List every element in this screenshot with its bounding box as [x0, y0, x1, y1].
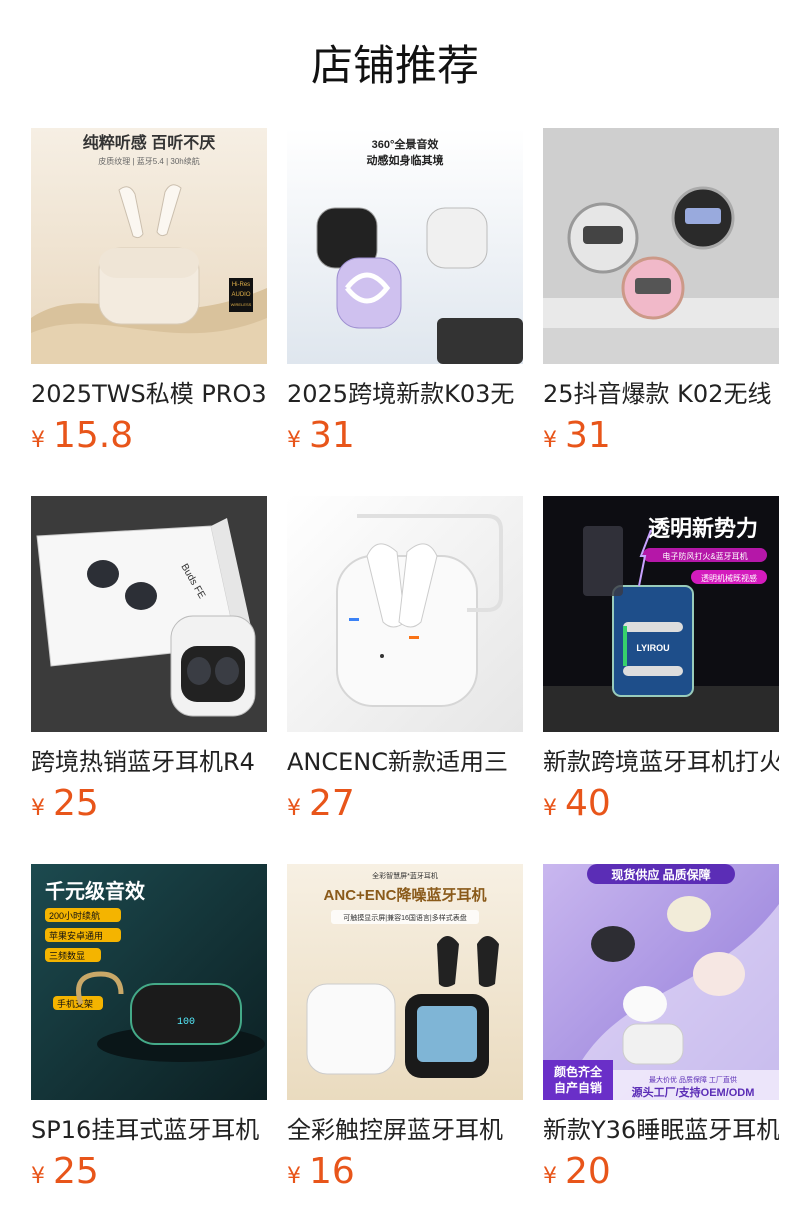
- image-headline: 360°全景音效: [372, 137, 440, 151]
- white-pro-case-photo: [287, 496, 523, 732]
- image-footer-text: 源头工厂/支持OEM/ODM: [632, 1085, 755, 1099]
- product-card[interactable]: Buds FE 跨境热销蓝牙耳机R4 ¥25: [31, 496, 267, 836]
- product-price: ¥27: [287, 782, 355, 826]
- image-subtext: 可触摸显示屏|兼容16国语言|多样式表盘: [343, 913, 466, 922]
- price-value: 25: [53, 1151, 99, 1192]
- image-corner-text: 颜色齐全: [554, 1064, 603, 1079]
- product-price: ¥40: [543, 782, 611, 826]
- product-card[interactable]: 透明新势力 电子防风打火&蓝牙耳机 透明机械既视感 LYIROU 新款跨境蓝牙耳…: [543, 496, 779, 836]
- image-tag: 电子防风打火&蓝牙耳机: [662, 551, 747, 561]
- currency-symbol: ¥: [31, 796, 45, 821]
- image-tag: 手机支架: [57, 998, 93, 1009]
- hires-badge-mid: AUDIO: [231, 292, 250, 298]
- image-tag: 透明机械既视感: [701, 573, 757, 583]
- product-card[interactable]: 现货供应 品质保障 颜色齐全 自产自销 最大价优 品质保障 工厂直供 源头工厂/…: [543, 864, 779, 1204]
- product-name[interactable]: 2025TWS私模 PRO3: [31, 376, 267, 412]
- product-thumbnail[interactable]: 360°全景音效 动感如身临其境: [287, 128, 523, 364]
- sleep-earbuds-photo: 现货供应 品质保障 颜色齐全 自产自销 最大价优 品质保障 工厂直供 源头工厂/…: [543, 864, 779, 1100]
- product-name[interactable]: 全彩触控屏蓝牙耳机: [287, 1112, 523, 1148]
- image-kicker: 全彩智慧屏*蓝牙耳机: [372, 871, 438, 880]
- price-value: 15.8: [53, 415, 134, 456]
- price-value: 16: [309, 1151, 355, 1192]
- ear-hook-earbuds-photo: 千元级音效 200小时续航 苹果安卓通用 三频数显 手机支架 100: [31, 864, 267, 1100]
- currency-symbol: ¥: [31, 1164, 45, 1189]
- currency-symbol: ¥: [287, 796, 301, 821]
- product-card[interactable]: 纯粹听感 百听不厌 皮质纹理 | 蓝牙5.4 | 30h续航 Hi-Res AU…: [31, 128, 267, 468]
- clear-shell-open-ear-photo: 360°全景音效 动感如身临其境: [287, 128, 523, 364]
- currency-symbol: ¥: [543, 428, 557, 453]
- price-value: 25: [53, 783, 99, 824]
- price-value: 40: [565, 783, 611, 824]
- product-thumbnail[interactable]: 现货供应 品质保障 颜色齐全 自产自销 最大价优 品质保障 工厂直供 源头工厂/…: [543, 864, 779, 1100]
- product-price: ¥15.8: [31, 414, 133, 458]
- lighter-earbuds-photo: 透明新势力 电子防风打火&蓝牙耳机 透明机械既视感 LYIROU: [543, 496, 779, 732]
- image-tag: 苹果安卓通用: [49, 930, 103, 941]
- currency-symbol: ¥: [287, 428, 301, 453]
- product-thumbnail[interactable]: 全彩智慧屏*蓝牙耳机 ANC+ENC降噪蓝牙耳机 可触摸显示屏|兼容16国语言|…: [287, 864, 523, 1100]
- image-headline: 纯粹听感 百听不厌: [83, 133, 215, 152]
- hires-badge-top: Hi-Res: [232, 282, 250, 288]
- product-thumbnail[interactable]: 纯粹听感 百听不厌 皮质纹理 | 蓝牙5.4 | 30h续航 Hi-Res AU…: [31, 128, 267, 364]
- image-footer-text: 最大价优 品质保障 工厂直供: [649, 1075, 737, 1084]
- image-corner-text: 自产自销: [554, 1080, 602, 1095]
- product-card[interactable]: 360°全景音效 动感如身临其境 2025跨境新款K03无 ¥31: [287, 128, 523, 468]
- product-price: ¥16: [287, 1150, 355, 1194]
- currency-symbol: ¥: [543, 796, 557, 821]
- product-name[interactable]: SP16挂耳式蓝牙耳机: [31, 1112, 267, 1148]
- product-price: ¥20: [543, 1150, 611, 1194]
- image-banner: 现货供应 品质保障: [611, 867, 710, 882]
- currency-symbol: ¥: [31, 428, 45, 453]
- price-value: 27: [309, 783, 355, 824]
- buds-fe-box-photo: Buds FE: [31, 496, 267, 732]
- product-name[interactable]: ANCENC新款适用三: [287, 744, 523, 780]
- product-name[interactable]: 新款Y36睡眠蓝牙耳机: [543, 1112, 779, 1148]
- hires-badge-bottom: WIRELESS: [231, 302, 252, 307]
- brand-label: LYIROU: [636, 643, 669, 653]
- currency-symbol: ¥: [287, 1164, 301, 1189]
- product-card[interactable]: 25抖音爆款 K02无线 ¥31: [543, 128, 779, 468]
- product-thumbnail[interactable]: [287, 496, 523, 732]
- product-card[interactable]: 全彩智慧屏*蓝牙耳机 ANC+ENC降噪蓝牙耳机 可触摸显示屏|兼容16国语言|…: [287, 864, 523, 1204]
- product-price: ¥25: [31, 1150, 99, 1194]
- product-thumbnail[interactable]: 透明新势力 电子防风打火&蓝牙耳机 透明机械既视感 LYIROU: [543, 496, 779, 732]
- image-headline: ANC+ENC降噪蓝牙耳机: [324, 886, 487, 904]
- product-card[interactable]: 千元级音效 200小时续航 苹果安卓通用 三频数显 手机支架 100 SP16挂…: [31, 864, 267, 1204]
- image-headline: 千元级音效: [45, 879, 145, 903]
- product-grid: 纯粹听感 百听不厌 皮质纹理 | 蓝牙5.4 | 30h续航 Hi-Res AU…: [0, 0, 790, 1232]
- image-tag: 三频数显: [49, 950, 85, 961]
- product-thumbnail[interactable]: [543, 128, 779, 364]
- image-subtext: 皮质纹理 | 蓝牙5.4 | 30h续航: [98, 156, 200, 166]
- price-value: 20: [565, 1151, 611, 1192]
- image-subtext: 动感如身临其境: [367, 153, 444, 167]
- price-value: 31: [309, 415, 355, 456]
- product-price: ¥31: [287, 414, 355, 458]
- price-value: 31: [565, 415, 611, 456]
- image-headline: 透明新势力: [648, 516, 758, 541]
- clear-ring-earbuds-photo: [543, 128, 779, 364]
- product-name[interactable]: 跨境热销蓝牙耳机R4: [31, 744, 267, 780]
- product-price: ¥31: [543, 414, 611, 458]
- currency-symbol: ¥: [543, 1164, 557, 1189]
- touch-screen-case-photo: 全彩智慧屏*蓝牙耳机 ANC+ENC降噪蓝牙耳机 可触摸显示屏|兼容16国语言|…: [287, 864, 523, 1100]
- case-display: 100: [177, 1017, 195, 1028]
- white-earbuds-case-photo: 纯粹听感 百听不厌 皮质纹理 | 蓝牙5.4 | 30h续航 Hi-Res AU…: [31, 128, 267, 364]
- product-thumbnail[interactable]: Buds FE: [31, 496, 267, 732]
- product-card[interactable]: ANCENC新款适用三 ¥27: [287, 496, 523, 836]
- product-price: ¥25: [31, 782, 99, 826]
- product-name[interactable]: 25抖音爆款 K02无线: [543, 376, 779, 412]
- product-name[interactable]: 新款跨境蓝牙耳机打火: [543, 744, 779, 780]
- product-name[interactable]: 2025跨境新款K03无: [287, 376, 523, 412]
- image-tag: 200小时续航: [49, 910, 100, 921]
- product-thumbnail[interactable]: 千元级音效 200小时续航 苹果安卓通用 三频数显 手机支架 100: [31, 864, 267, 1100]
